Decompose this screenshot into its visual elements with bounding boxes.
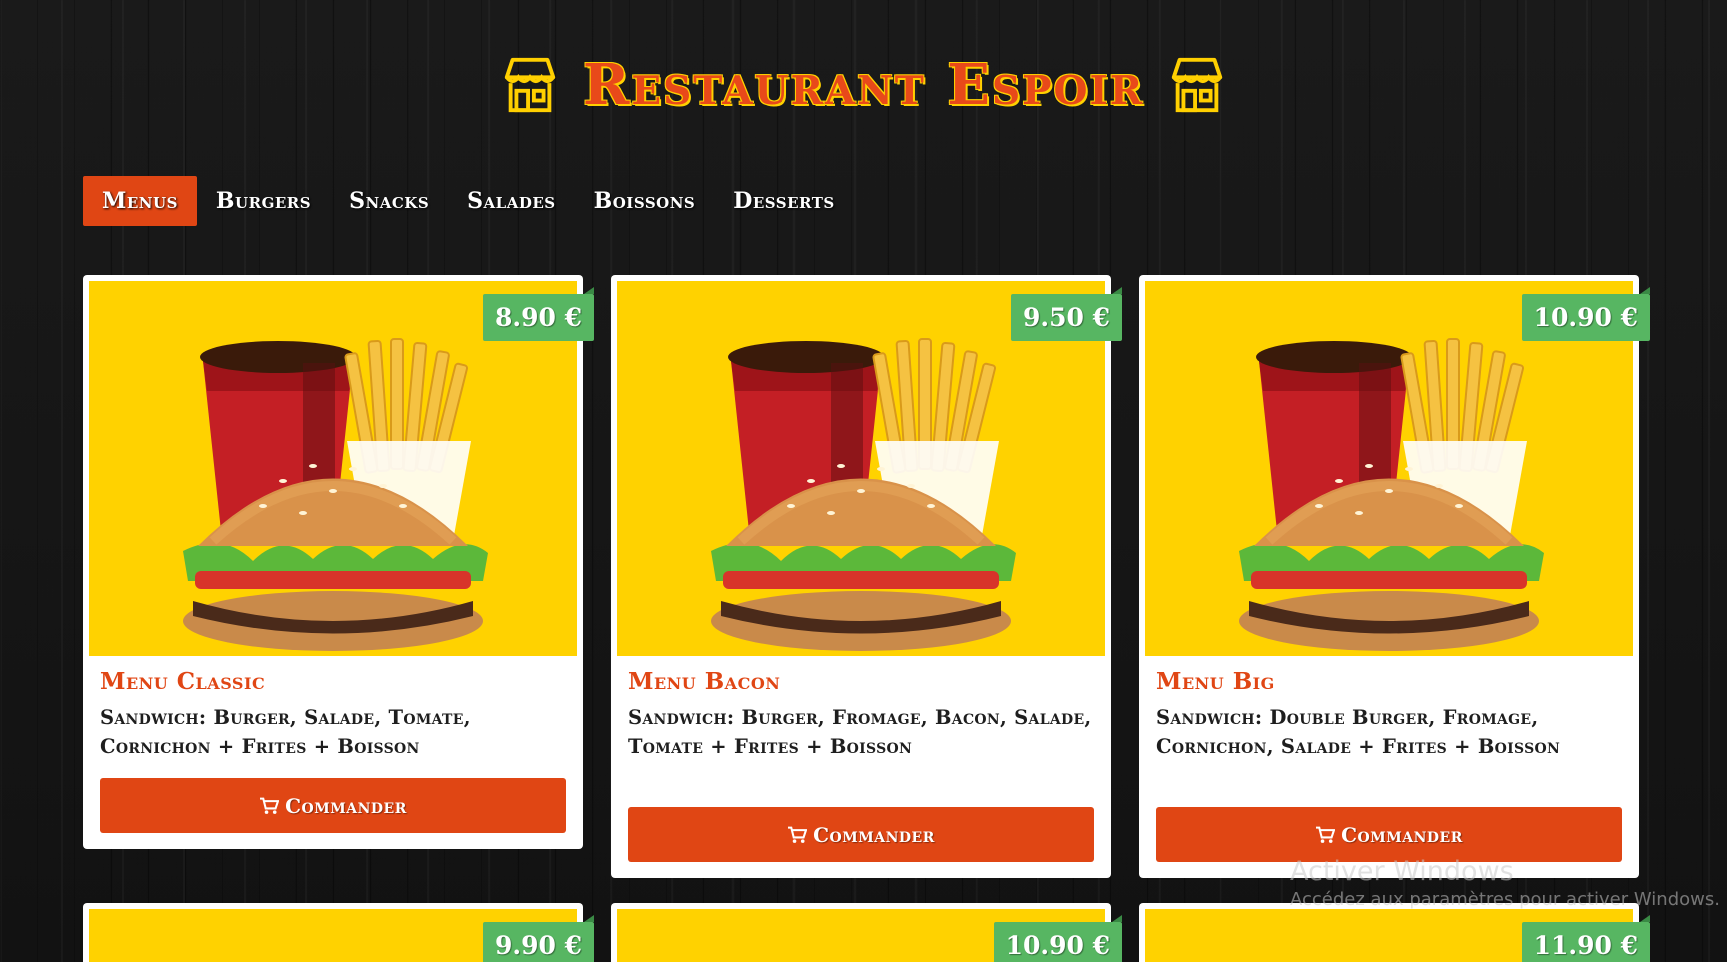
card-title: Menu Big: [1156, 668, 1275, 695]
tab-desserts[interactable]: Desserts: [714, 176, 853, 226]
commander-label: Commander: [285, 793, 407, 818]
tab-burgers[interactable]: Burgers: [197, 176, 330, 226]
menu-card: 9.90 €: [83, 903, 594, 962]
menu-card: 10.90 €: [611, 903, 1123, 962]
cart-icon: [1316, 826, 1336, 843]
commander-button[interactable]: Commander: [628, 807, 1094, 862]
menu-card: 9.50 € Menu Bacon Sandwich: Burger, From…: [611, 275, 1122, 878]
price-badge: 9.50 €: [1011, 287, 1122, 341]
price-badge: 10.90 €: [993, 915, 1123, 962]
menu-card: 10.90 € Menu Big Sandwich: Double Burger…: [1139, 275, 1651, 878]
tab-snacks[interactable]: Snacks: [330, 176, 448, 226]
commander-button[interactable]: Commander: [100, 778, 566, 833]
tab-menus[interactable]: Menus: [83, 176, 197, 226]
price-badge: 11.90 €: [1521, 915, 1651, 962]
card-description: Sandwich: Burger, Salade, Tomate, Cornic…: [100, 706, 471, 758]
shop-icon: [1171, 57, 1223, 113]
card-description: Sandwich: Double Burger, Fromage, Cornic…: [1156, 706, 1561, 758]
price-badge: 10.90 €: [1521, 287, 1651, 341]
tab-boissons[interactable]: Boissons: [575, 176, 715, 226]
site-header: Restaurant Espoir: [0, 50, 1727, 120]
price-badge: 8.90 €: [483, 287, 594, 341]
cart-icon: [260, 797, 280, 814]
price-badge: 9.90 €: [483, 915, 594, 962]
commander-button[interactable]: Commander: [1156, 807, 1622, 862]
watermark-title: Activer Windows: [1290, 856, 1514, 887]
site-title: Restaurant Espoir: [582, 52, 1145, 118]
card-title: Menu Classic: [100, 668, 266, 695]
shop-icon: [504, 57, 556, 113]
tab-salades[interactable]: Salades: [448, 176, 574, 226]
commander-label: Commander: [813, 822, 935, 847]
card-description: Sandwich: Burger, Fromage, Bacon, Salade…: [628, 706, 1092, 758]
cart-icon: [788, 826, 808, 843]
menu-card: 8.90 € Menu Classic Sandwich: Burger, Sa…: [83, 275, 594, 849]
windows-activation-watermark: Activer Windows Accédez aux paramètres p…: [1290, 856, 1720, 912]
category-tabs: Menus Burgers Snacks Salades Boissons De…: [83, 176, 854, 226]
commander-label: Commander: [1341, 822, 1463, 847]
card-title: Menu Bacon: [628, 668, 781, 695]
watermark-subtitle: Accédez aux paramètres pour activer Wind…: [1290, 889, 1720, 910]
